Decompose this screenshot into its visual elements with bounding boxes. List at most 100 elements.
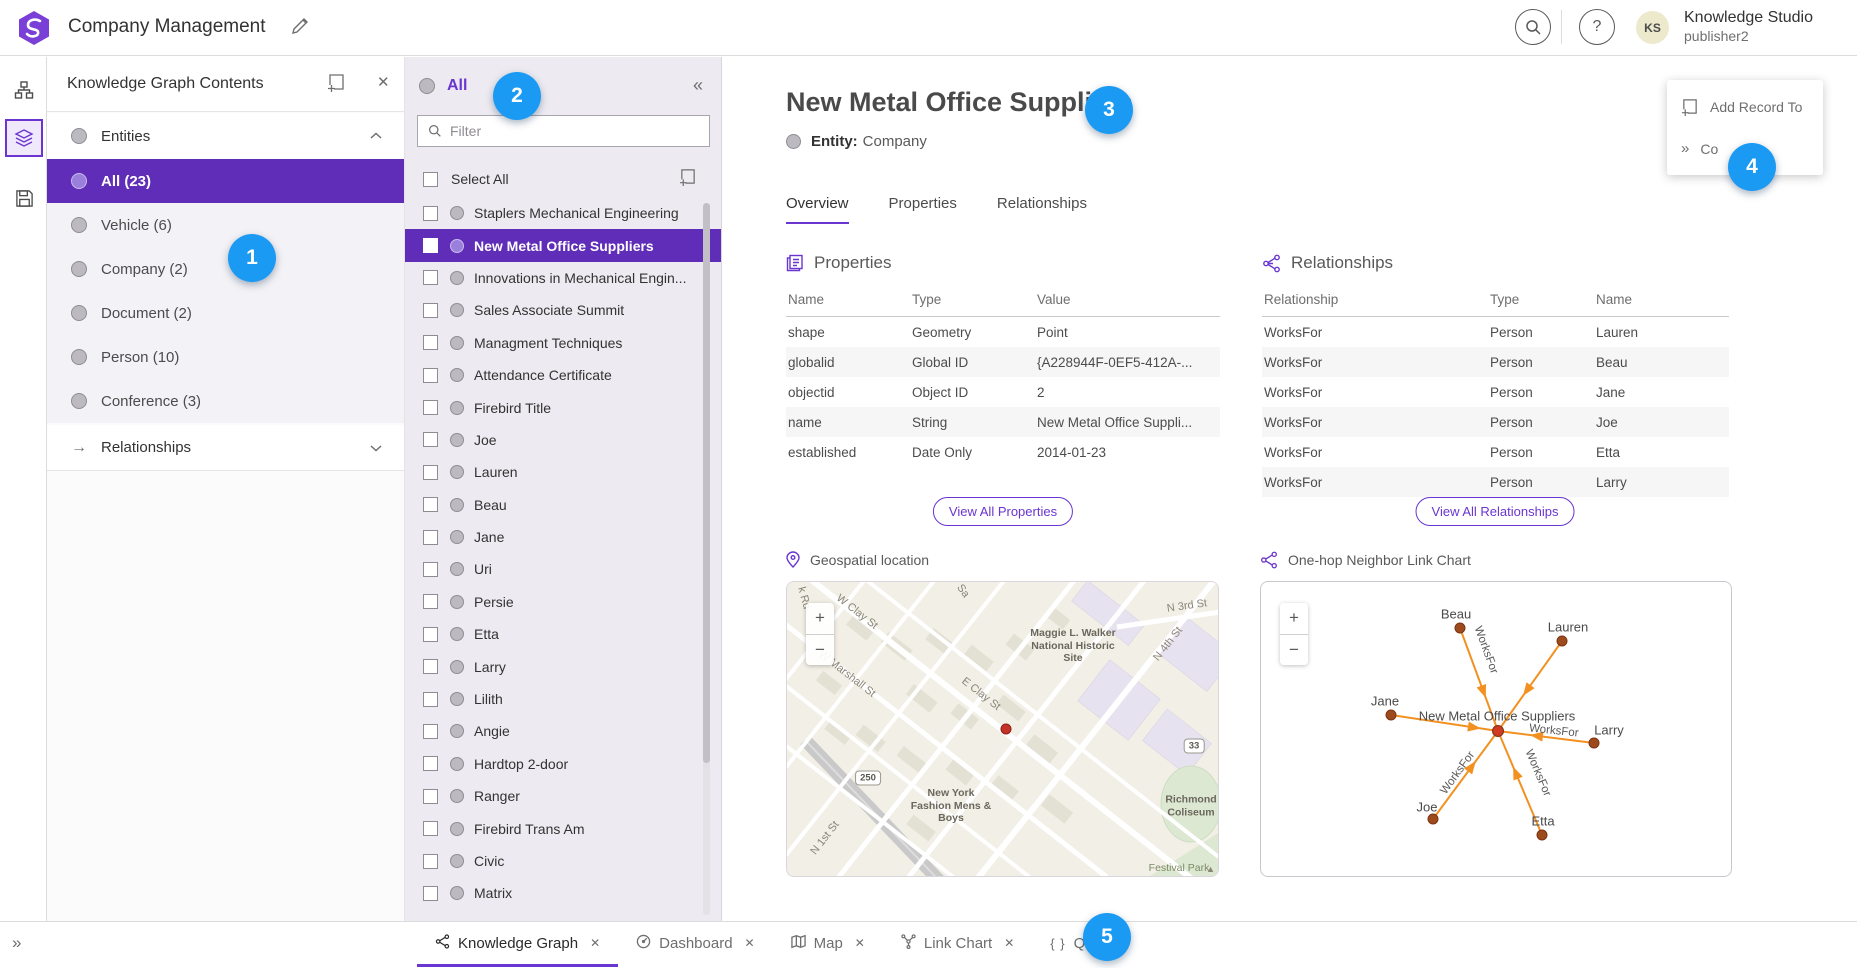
entity-type-item[interactable]: Company (2) [47,247,404,291]
chevron-down-icon[interactable] [370,439,382,456]
item-checkbox[interactable] [423,238,438,253]
close-tab-icon[interactable]: ✕ [745,936,755,950]
table-cell[interactable]: WorksFor [1262,347,1488,377]
item-checkbox[interactable] [423,756,438,771]
contents-layers-icon[interactable] [5,119,43,157]
edge-Joe[interactable] [1433,731,1498,819]
add-record-icon[interactable] [679,168,697,191]
entity-type-item[interactable]: Person (10) [47,335,404,379]
item-checkbox[interactable] [423,465,438,480]
data-model-icon[interactable] [5,71,43,109]
view-tab-link-chart[interactable]: Link Chart✕ [883,922,1032,967]
item-checkbox[interactable] [423,821,438,836]
chevron-up-icon[interactable] [370,127,382,145]
list-item[interactable]: Etta [405,618,721,650]
relationships-group-header[interactable]: → Relationships [47,425,404,471]
close-tab-icon[interactable]: ✕ [855,936,865,950]
view-all-properties-button[interactable]: View All Properties [933,497,1073,526]
list-item[interactable]: Lilith [405,683,721,715]
expand-panel-icon[interactable]: » [12,933,21,953]
item-checkbox[interactable] [423,692,438,707]
item-checkbox[interactable] [423,400,438,415]
node-Joe[interactable] [1428,814,1438,824]
list-item[interactable]: Lauren [405,456,721,488]
scrollbar-track[interactable] [703,203,710,915]
list-item[interactable]: Hardtop 2-door [405,748,721,780]
close-panel-icon[interactable]: ✕ [377,73,390,91]
item-checkbox[interactable] [423,303,438,318]
node-Etta[interactable] [1537,830,1547,840]
list-item[interactable]: Uri [405,553,721,585]
entity-type-item[interactable]: Document (2) [47,291,404,335]
table-cell[interactable]: WorksFor [1262,437,1488,467]
view-tab-dashboard[interactable]: Dashboard✕ [618,922,772,967]
list-item[interactable]: Jane [405,521,721,553]
node-Beau[interactable] [1455,623,1465,633]
menu-item-add-record-to[interactable]: Add Record To [1667,86,1823,128]
node-Larry[interactable] [1589,738,1599,748]
zoom-in-button[interactable]: + [1280,603,1308,635]
table-cell[interactable]: Jane [1594,377,1729,407]
node-Lauren[interactable] [1557,636,1567,646]
entity-type-item[interactable]: Vehicle (6) [47,203,404,247]
filter-input[interactable] [450,123,709,139]
zoom-out-button[interactable]: − [1280,635,1308,666]
entity-type-item[interactable]: All (23) [47,159,404,203]
user-block[interactable]: Knowledge Studio publisher2 [1684,8,1813,46]
item-checkbox[interactable] [423,335,438,350]
item-checkbox[interactable] [423,724,438,739]
record-location-marker[interactable] [1001,724,1012,735]
tab-properties[interactable]: Properties [889,195,957,224]
list-item[interactable]: Matrix [405,877,721,909]
list-item[interactable]: Civic [405,845,721,877]
list-item[interactable]: Larry [405,650,721,682]
list-item[interactable]: Ranger [405,780,721,812]
map-attribution-chevron-icon[interactable]: ▲ [1206,864,1215,874]
item-checkbox[interactable] [423,627,438,642]
list-item[interactable]: Innovations in Mechanical Engin... [405,262,721,294]
tab-relationships[interactable]: Relationships [997,195,1087,224]
node-New Metal Office Suppliers[interactable] [1493,726,1504,737]
zoom-out-button[interactable]: − [806,635,834,666]
table-cell[interactable]: Joe [1594,407,1729,437]
item-checkbox[interactable] [423,206,438,221]
table-cell[interactable]: Etta [1594,437,1729,467]
table-cell[interactable]: WorksFor [1262,467,1488,497]
list-item[interactable]: New Metal Office Suppliers [405,229,721,261]
save-icon[interactable] [5,179,43,217]
select-all-checkbox[interactable] [423,172,438,187]
search-icon[interactable] [1515,9,1551,45]
table-cell[interactable]: Larry [1594,467,1729,497]
one-hop-link-chart[interactable]: + − WorksForWorksForWorksForWorksForNew … [1260,581,1732,877]
item-checkbox[interactable] [423,886,438,901]
close-tab-icon[interactable]: ✕ [590,936,600,950]
tab-overview[interactable]: Overview [786,195,849,224]
item-checkbox[interactable] [423,432,438,447]
geospatial-map[interactable]: k RdSaW Clay StW Marshall StE Clay StN 3… [786,581,1219,877]
table-cell[interactable]: WorksFor [1262,407,1488,437]
node-Jane[interactable] [1386,710,1396,720]
table-cell[interactable]: Beau [1594,347,1729,377]
list-item[interactable]: Beau [405,489,721,521]
table-cell[interactable]: WorksFor [1262,317,1488,348]
collapse-panel-icon[interactable]: « [693,75,703,96]
item-checkbox[interactable] [423,270,438,285]
item-checkbox[interactable] [423,659,438,674]
item-checkbox[interactable] [423,594,438,609]
list-item[interactable]: Joe [405,424,721,456]
zoom-in-button[interactable]: + [806,603,834,635]
view-tab-knowledge-graph[interactable]: Knowledge Graph✕ [417,922,618,967]
item-checkbox[interactable] [423,368,438,383]
item-checkbox[interactable] [423,854,438,869]
item-checkbox[interactable] [423,497,438,512]
list-item[interactable]: Persie [405,586,721,618]
list-item[interactable]: Staplers Mechanical Engineering [405,197,721,229]
entity-type-item[interactable]: Conference (3) [47,379,404,423]
close-tab-icon[interactable]: ✕ [1004,936,1014,950]
scrollbar-thumb[interactable] [703,203,710,763]
help-icon[interactable]: ? [1579,9,1615,45]
list-item[interactable]: Sales Associate Summit [405,294,721,326]
table-cell[interactable]: Lauren [1594,317,1729,348]
list-item[interactable]: Firebird Title [405,391,721,423]
item-checkbox[interactable] [423,789,438,804]
